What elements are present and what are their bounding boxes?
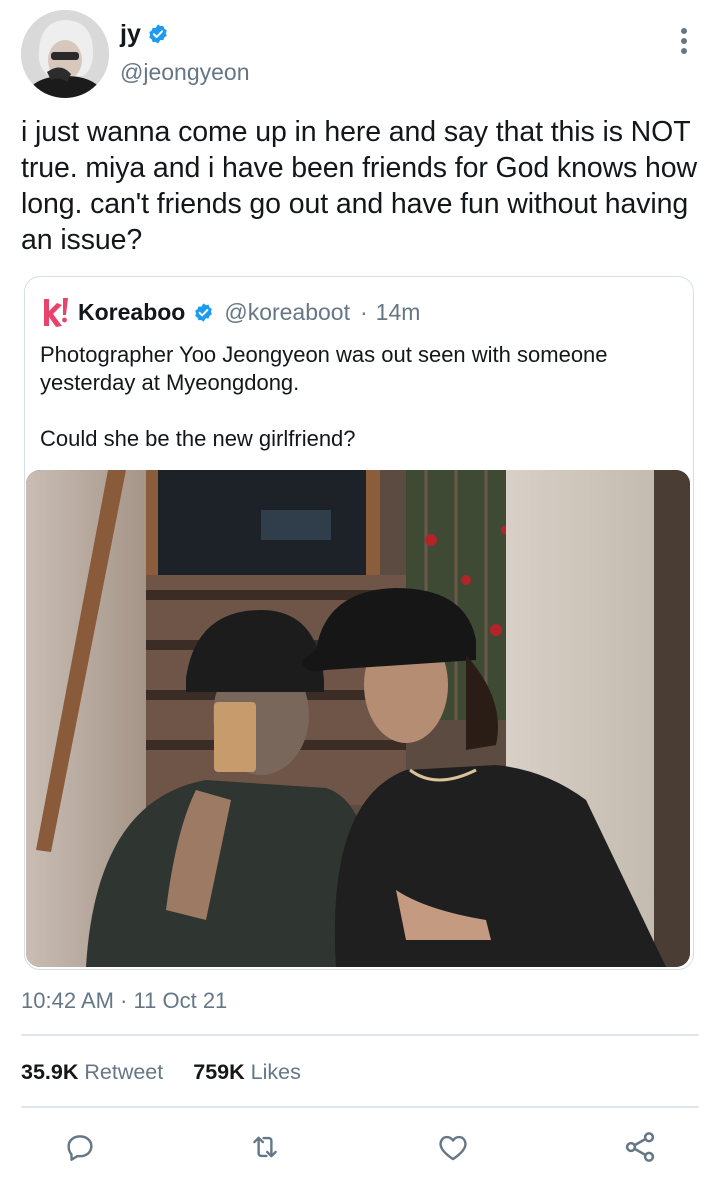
quoted-tweet-photo[interactable] <box>26 470 690 967</box>
author-name[interactable]: jy <box>120 20 141 48</box>
share-icon[interactable] <box>620 1125 660 1169</box>
avatar-photo <box>21 10 109 98</box>
quoted-tweet-age: 14m <box>375 298 421 325</box>
likes-stat[interactable]: 759K Likes <box>193 1060 301 1085</box>
separator-dot: · <box>120 988 128 1013</box>
reply-icon[interactable] <box>60 1125 100 1169</box>
tweet-action-bar <box>0 1125 720 1175</box>
quoted-author-handle[interactable]: @koreaboot <box>224 299 350 326</box>
photo-image <box>26 470 690 967</box>
tweet-stats: 35.9K Retweet 759K Likes <box>21 1060 301 1085</box>
more-options-icon[interactable] <box>672 24 696 58</box>
tweet-text: i just wanna come up in here and say tha… <box>21 116 705 256</box>
verified-icon <box>195 302 213 322</box>
verified-icon <box>149 24 167 44</box>
likes-count: 759K <box>193 1060 245 1084</box>
retweet-label: Retweet <box>84 1060 164 1084</box>
like-icon[interactable] <box>433 1125 473 1169</box>
divider <box>21 1034 699 1036</box>
quoted-tweet-card[interactable]: Koreaboo @koreaboot · 14m Photographer Y… <box>24 276 694 970</box>
retweet-icon[interactable] <box>245 1125 285 1169</box>
tweet-date: 11 Oct 21 <box>133 988 228 1013</box>
quoted-tweet-text-line1: Photographer Yoo Jeongyeon was out seen … <box>40 342 614 395</box>
author-name-row[interactable]: jy <box>120 20 169 48</box>
quoted-tweet-text-line2: Could she be the new girlfriend? <box>40 426 356 451</box>
divider <box>21 1106 699 1108</box>
tweet-time: 10:42 AM <box>21 988 114 1013</box>
koreaboo-logo-icon <box>44 298 68 327</box>
author-handle[interactable]: @jeongyeon <box>120 58 250 86</box>
quoted-author-name[interactable]: Koreaboo <box>78 299 185 326</box>
likes-label: Likes <box>250 1060 301 1084</box>
separator-dot: · <box>360 298 368 325</box>
quoted-tweet-text: Photographer Yoo Jeongyeon was out seen … <box>40 341 680 453</box>
retweet-count: 35.9K <box>21 1060 79 1084</box>
quoted-tweet-header: Koreaboo @koreaboot · 14m <box>40 295 420 329</box>
retweet-stat[interactable]: 35.9K Retweet <box>21 1060 163 1085</box>
avatar[interactable] <box>21 10 109 98</box>
tweet-timestamp[interactable]: 10:42 AM · 11 Oct 21 <box>21 988 227 1014</box>
